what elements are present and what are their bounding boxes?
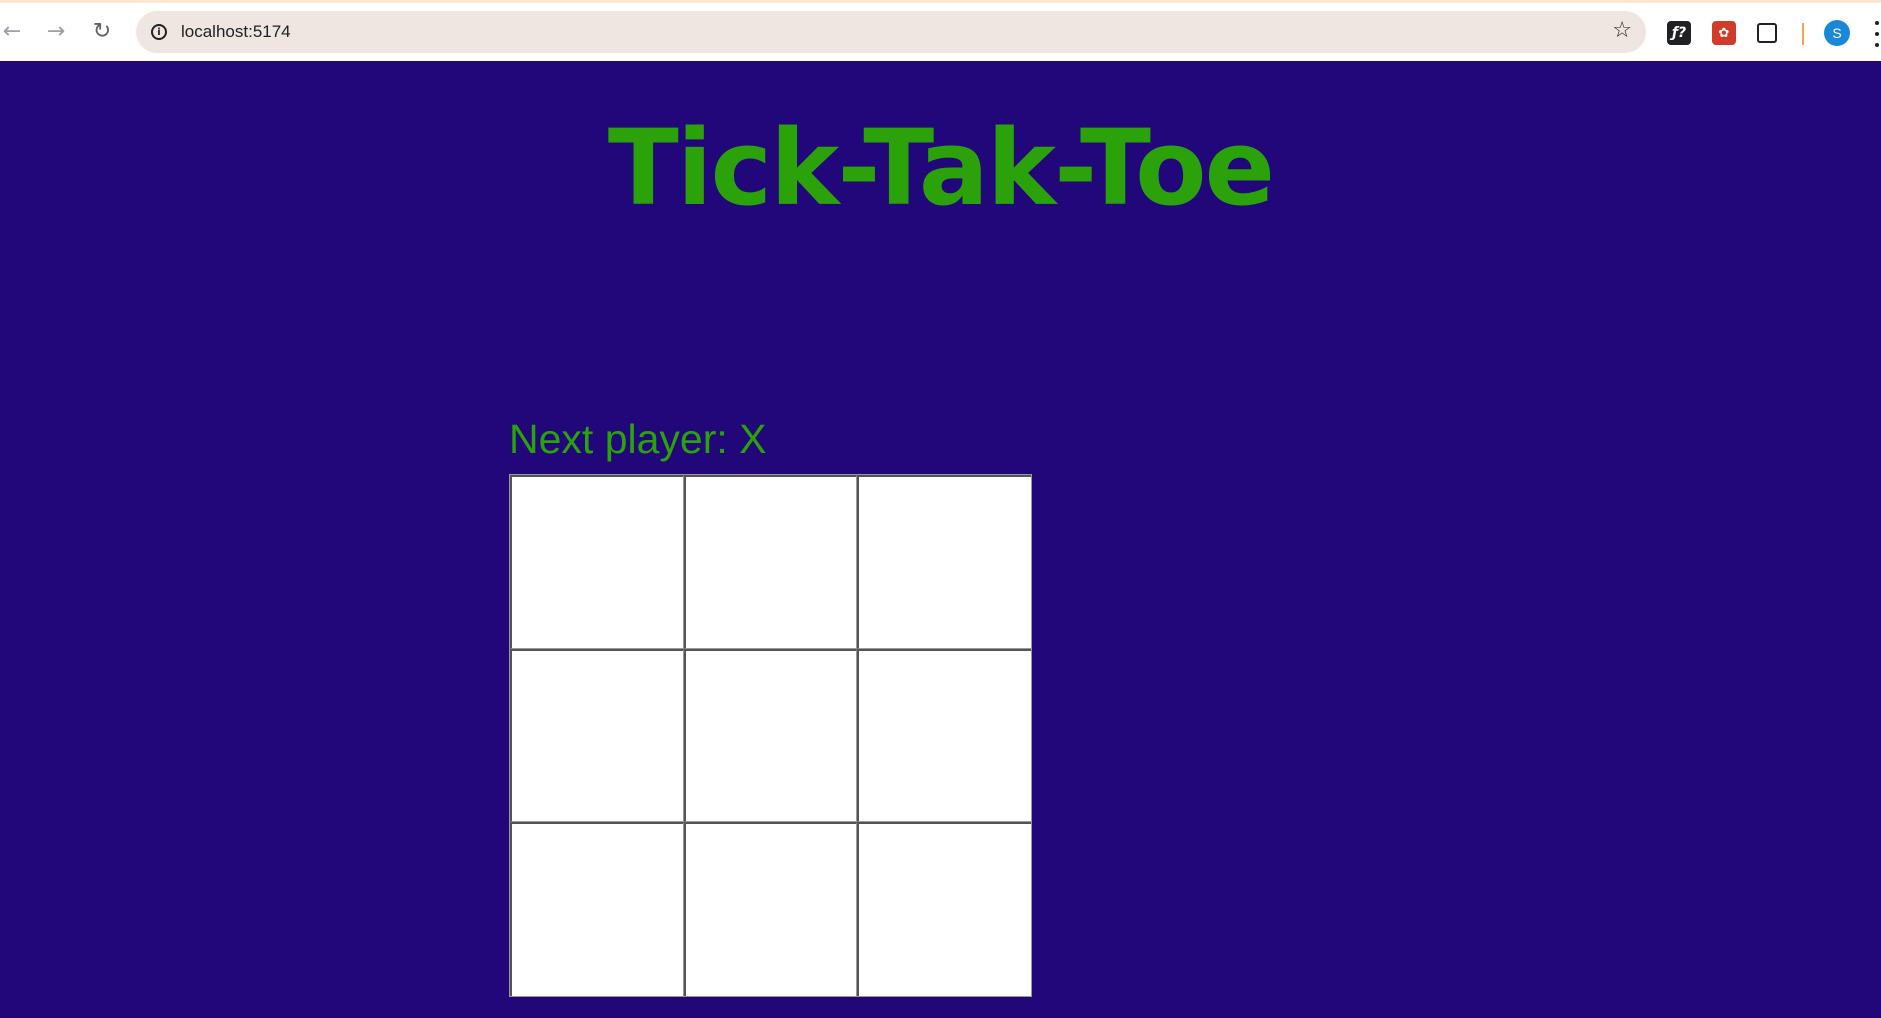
back-button[interactable]: ← bbox=[0, 13, 30, 49]
board-square-1[interactable] bbox=[510, 475, 684, 649]
board-square-5[interactable] bbox=[683, 648, 858, 823]
address-bar[interactable]: i localhost:5174 ☆ bbox=[136, 11, 1646, 53]
board-square-4[interactable] bbox=[510, 648, 684, 823]
game-status: Next player: X bbox=[509, 416, 767, 462]
board-square-8[interactable] bbox=[683, 822, 858, 996]
info-icon: i bbox=[151, 24, 167, 40]
reload-button[interactable]: ↻ bbox=[84, 13, 120, 49]
url-text[interactable]: localhost:5174 bbox=[181, 22, 291, 42]
toolbar-divider bbox=[1802, 23, 1804, 45]
function-icon[interactable]: ƒ? bbox=[1667, 21, 1691, 45]
board-square-7[interactable] bbox=[510, 822, 684, 996]
board-square-2[interactable] bbox=[683, 475, 858, 649]
forward-button[interactable]: → bbox=[38, 13, 74, 49]
star-icon[interactable]: ☆ bbox=[1612, 18, 1632, 43]
extension-icon[interactable]: ✿ bbox=[1712, 21, 1736, 45]
game-board bbox=[509, 474, 1032, 997]
site-info-button[interactable]: i bbox=[146, 19, 172, 45]
page-title: Tick-Tak-Toe bbox=[607, 107, 1275, 229]
puzzle-icon[interactable] bbox=[1757, 23, 1777, 43]
kebab-menu-icon[interactable] bbox=[1873, 21, 1881, 47]
board-square-9[interactable] bbox=[857, 822, 1031, 996]
arrow-right-icon: → bbox=[46, 18, 66, 44]
reload-icon: ↻ bbox=[92, 18, 112, 44]
arrow-left-icon: ← bbox=[2, 18, 22, 44]
board-square-6[interactable] bbox=[857, 648, 1031, 823]
profile-avatar[interactable]: S bbox=[1824, 20, 1850, 46]
browser-toolbar: ← → ↻ i localhost:5174 ☆ ƒ? ✿ S bbox=[0, 0, 1881, 61]
board-square-3[interactable] bbox=[857, 475, 1031, 649]
